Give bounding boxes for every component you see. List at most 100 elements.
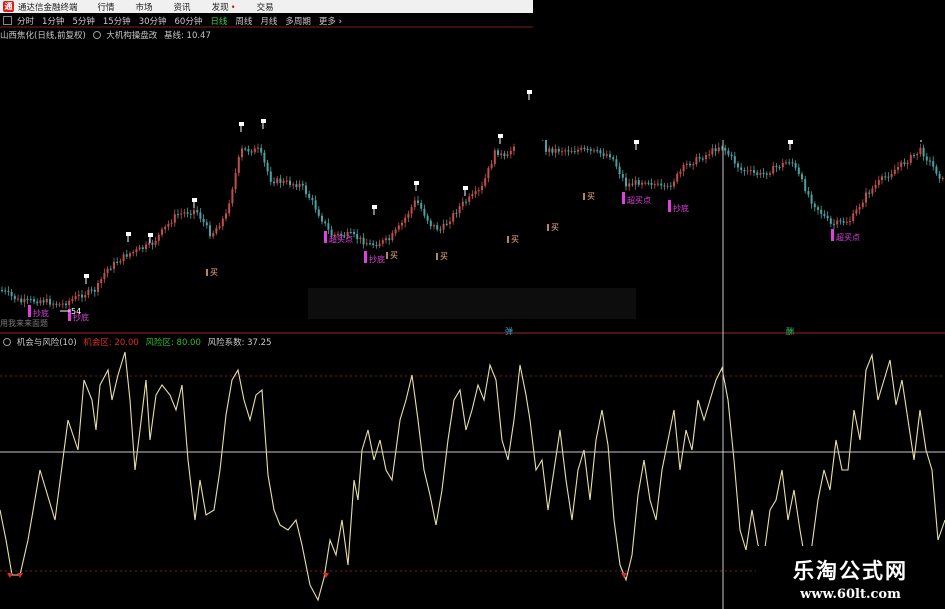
candle-body-289 <box>925 156 928 161</box>
candle-body-96 <box>308 193 311 198</box>
candle-body-76 <box>244 148 247 150</box>
candle-body-241 <box>772 165 775 174</box>
candle-body-156 <box>500 153 503 155</box>
candle-body-34 <box>109 268 112 270</box>
candle-body-292 <box>935 166 938 174</box>
candle-body-200 <box>641 182 643 185</box>
candle-body-284 <box>909 155 912 163</box>
candle-body-133 <box>426 215 429 221</box>
candle-body-188 <box>602 153 605 156</box>
candle-body-122 <box>391 233 394 240</box>
indicator-header: 机会与风险(10) 机会区: 20.00 风险区: 80.00 风险系数: 37… <box>0 336 271 348</box>
sell-flag-icon-0 <box>239 122 244 126</box>
signal-bar-3 <box>668 200 671 212</box>
candle-body-19 <box>61 303 64 305</box>
candle-body-160 <box>513 146 515 151</box>
candle-body-29 <box>93 289 96 292</box>
watermark-title: 乐淘公式网 <box>793 558 908 583</box>
candle-body-53 <box>170 222 173 224</box>
candle-body-279 <box>893 169 896 174</box>
candle-body-93 <box>298 183 301 188</box>
redacted-area-middle <box>308 288 636 319</box>
candle-body-280 <box>897 167 899 170</box>
candle-body-232 <box>743 170 746 172</box>
candle-body-131 <box>420 203 423 209</box>
candle-body-215 <box>689 163 691 166</box>
risk-zone: 风险区: 80.00 <box>145 338 201 348</box>
indicator-settings-icon[interactable] <box>3 338 11 346</box>
candle-body-138 <box>442 223 445 230</box>
candle-body-254 <box>813 203 816 208</box>
candle-body-4 <box>13 295 16 300</box>
candle-body-291 <box>932 161 935 167</box>
candle-body-41 <box>132 252 135 254</box>
candle-body-72 <box>231 189 234 204</box>
candle-body-258 <box>826 215 829 219</box>
candle-body-17 <box>55 303 58 305</box>
candle-body-275 <box>881 176 883 181</box>
candle-body-38 <box>122 254 125 262</box>
candle-body-35 <box>113 261 115 269</box>
candle-body-222 <box>711 148 714 155</box>
candle-body-140 <box>449 221 451 224</box>
signal-bar-5 <box>28 305 31 317</box>
candle-body-20 <box>65 303 67 306</box>
signal-bar-4 <box>831 229 834 241</box>
candle-body-226 <box>724 147 727 151</box>
candle-body-10 <box>33 299 35 302</box>
candle-body-231 <box>740 167 743 171</box>
candle-body-184 <box>589 149 592 151</box>
candle-body-32 <box>103 272 106 280</box>
candle-body-159 <box>509 150 512 155</box>
candle-body-145 <box>465 201 467 203</box>
candle-body-99 <box>317 209 320 216</box>
candle-body-100 <box>321 215 323 222</box>
candle-body-60 <box>193 210 195 215</box>
candle-body-27 <box>87 289 90 296</box>
candle-body-227 <box>727 150 730 155</box>
candle-body-57 <box>183 212 186 214</box>
candle-body-49 <box>157 234 160 241</box>
candle-body-229 <box>733 156 736 164</box>
site-watermark: 乐淘公式网 www.60lt.com <box>756 546 945 609</box>
candle-body-170 <box>545 138 547 152</box>
candle-body-69 <box>221 218 224 227</box>
candle-body-189 <box>605 154 608 156</box>
candle-body-6 <box>20 298 23 303</box>
candle-body-269 <box>861 202 864 208</box>
candle-body-87 <box>279 178 282 183</box>
signal-label-1: 抄底 <box>369 254 385 264</box>
candle-body-253 <box>810 194 813 204</box>
candle-body-243 <box>778 167 781 169</box>
candle-body-46 <box>148 242 151 245</box>
candle-body-209 <box>669 185 672 187</box>
candle-body-183 <box>586 149 589 151</box>
signal-label-5: 抄底 <box>33 308 49 318</box>
candle-body-42 <box>135 249 138 253</box>
candle-body-187 <box>599 150 602 154</box>
signal-label-4: 超买点 <box>836 232 860 242</box>
candle-body-113 <box>362 237 365 245</box>
indicator-name[interactable]: 机会与风险(10) <box>17 338 77 348</box>
candle-body-213 <box>682 165 685 172</box>
candle-body-95 <box>305 185 307 194</box>
candle-body-102 <box>327 223 330 230</box>
signal-label-0: 超买点 <box>329 234 353 244</box>
candle-body-25 <box>81 294 83 298</box>
candle-body-290 <box>929 160 931 162</box>
candle-body-266 <box>852 213 855 222</box>
candle-body-62 <box>199 212 202 219</box>
candle-body-234 <box>749 170 752 172</box>
candle-body-262 <box>839 220 842 222</box>
candle-body-152 <box>487 168 490 179</box>
candle-body-90 <box>289 180 291 185</box>
candle-body-56 <box>180 213 183 215</box>
candle-body-211 <box>676 173 679 182</box>
buy-label-5: 买 <box>587 192 595 201</box>
candle-body-26 <box>84 295 87 298</box>
candle-body-23 <box>74 296 77 300</box>
candle-body-257 <box>823 213 826 216</box>
sell-flag-icon-6 <box>414 181 419 185</box>
candle-body-124 <box>397 225 400 230</box>
candle-body-54 <box>173 214 176 223</box>
